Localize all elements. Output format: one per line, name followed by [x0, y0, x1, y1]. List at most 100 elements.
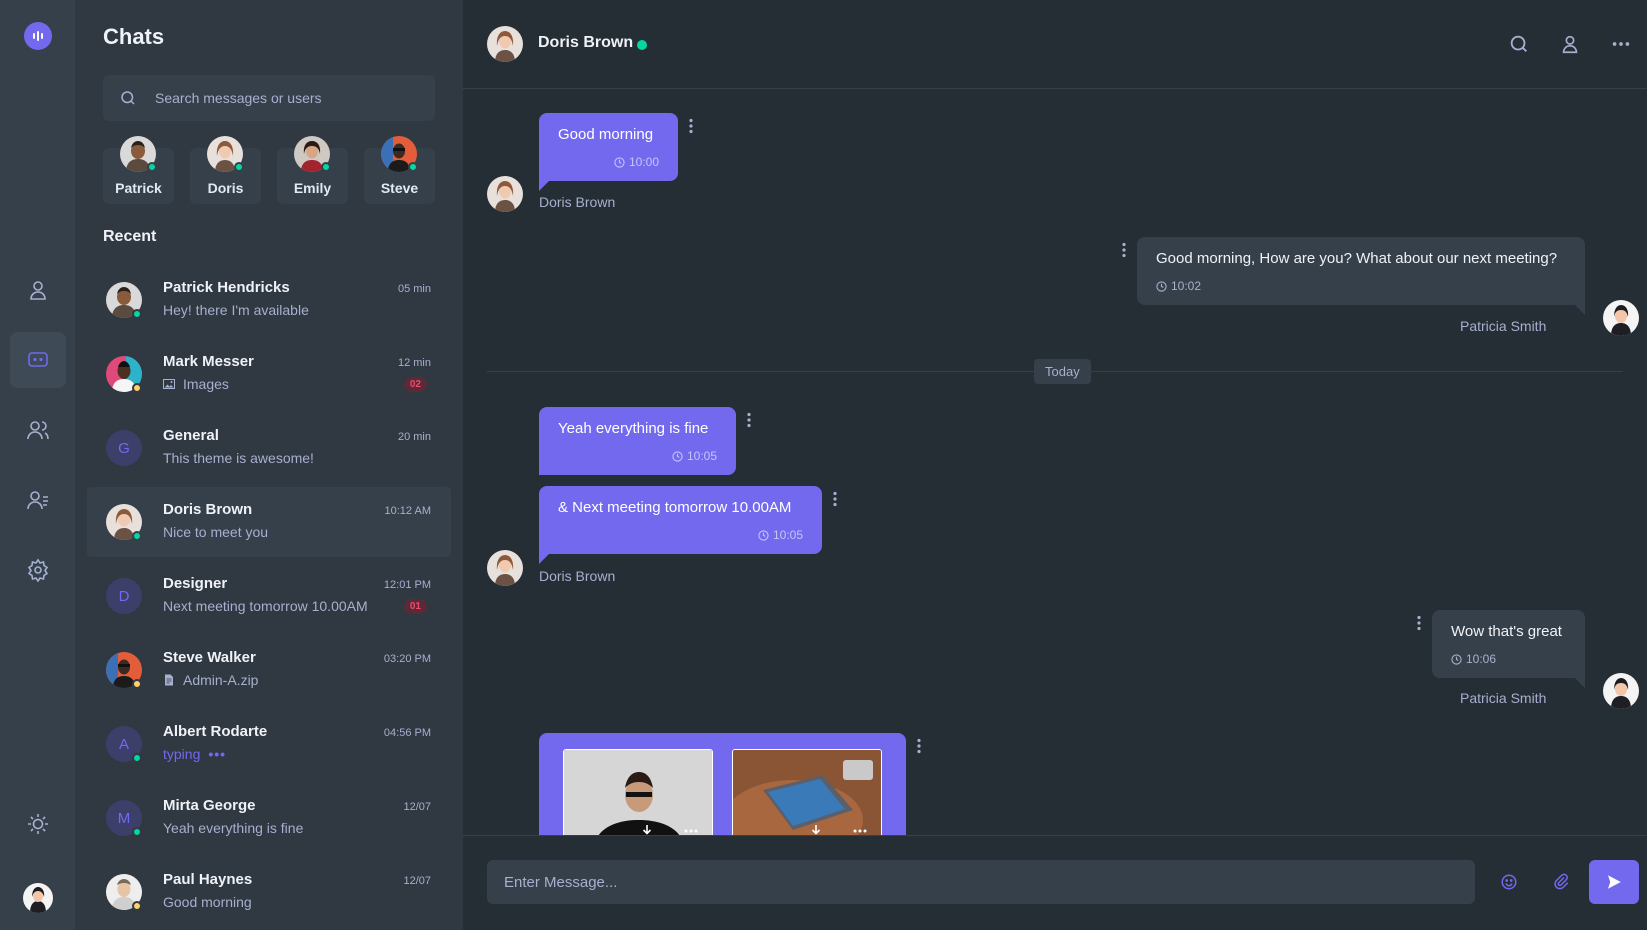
nav-groups-button[interactable] — [10, 402, 66, 458]
sender-name: Patricia Smith — [1460, 690, 1547, 706]
contact-avatar[interactable] — [487, 26, 523, 62]
message-time-text: 10:06 — [1466, 652, 1497, 666]
message-menu-button[interactable] — [1413, 613, 1425, 633]
app-logo-icon[interactable] — [24, 22, 52, 50]
image-attachment[interactable] — [563, 749, 713, 835]
profile-button[interactable] — [1558, 32, 1582, 56]
message-input[interactable] — [487, 860, 1475, 904]
bubble-tail — [1575, 678, 1585, 688]
avatar-letter: D — [106, 578, 142, 614]
chat-time: 03:20 PM — [383, 653, 431, 665]
contacts-icon — [27, 491, 48, 510]
message-menu-button[interactable] — [829, 489, 841, 509]
search-box[interactable] — [103, 75, 435, 121]
more-vertical-icon — [689, 118, 693, 134]
file-icon — [165, 674, 173, 686]
date-divider-label: Today — [1034, 359, 1091, 384]
nav-chats-button[interactable] — [10, 332, 66, 388]
chat-list-item[interactable]: Steve Walker Admin-A.zip 03:20 PM — [87, 635, 451, 705]
chat-time: 12/07 — [403, 875, 431, 887]
chat-list-item[interactable]: A Albert Rodarte typing ••• 04:56 PM — [87, 709, 451, 779]
chat-name: Paul Haynes — [163, 871, 253, 888]
chat-list-item[interactable]: Patrick Hendricks Hey! there I'm availab… — [87, 265, 451, 335]
emoji-button[interactable] — [1498, 871, 1520, 893]
incoming-message-bubble: Good morning 10:00 — [539, 113, 678, 181]
typing-indicator-text: typing — [163, 746, 201, 762]
avatar-letter: G — [106, 430, 142, 466]
chat-preview: Images — [163, 376, 229, 392]
online-user-card[interactable]: Steve — [364, 136, 435, 204]
message-menu-button[interactable] — [685, 116, 697, 136]
chat-list-item[interactable]: Paul Haynes Good morning 12/07 — [87, 857, 451, 927]
chat-list-panel: Chats Patrick Doris Emily — [75, 0, 463, 930]
panel-title: Chats — [103, 24, 165, 49]
message-menu-button[interactable] — [1118, 240, 1130, 260]
search-input[interactable] — [155, 90, 415, 106]
current-user-avatar[interactable] — [23, 883, 53, 913]
clock-icon — [1451, 653, 1462, 665]
sender-avatar — [1603, 300, 1639, 336]
chat-time: 20 min — [397, 431, 431, 443]
image-attachment[interactable] — [732, 749, 882, 835]
chat-list-item[interactable]: D Designer Next meeting tomorrow 10.00AM… — [87, 561, 451, 631]
send-button[interactable] — [1589, 860, 1639, 904]
sender-name: Patricia Smith — [1460, 318, 1547, 334]
message-time-text: 10:05 — [686, 449, 717, 463]
bubble-tail — [1575, 305, 1585, 315]
message-text: Wow that's great — [1451, 623, 1562, 640]
contact-name[interactable]: Doris Brown — [538, 34, 633, 52]
chat-preview-text: Admin-A.zip — [183, 672, 259, 688]
message-text: Good morning — [558, 126, 654, 143]
more-vertical-icon — [833, 491, 837, 507]
chat-preview: Next meeting tomorrow 10.00AM — [163, 598, 368, 614]
conversation-pane: Doris Brown Good morning 10:00 Doris Bro… — [463, 0, 1647, 930]
chat-name: Doris Brown — [163, 501, 253, 518]
search-icon — [121, 91, 135, 105]
chat-list-item[interactable]: Doris Brown Nice to meet you 10:12 AM — [87, 487, 451, 557]
online-user-name: Patrick — [115, 180, 162, 196]
outgoing-message-bubble: Good morning, How are you? What about ou… — [1137, 237, 1585, 305]
more-vertical-icon — [917, 738, 921, 754]
search-button[interactable] — [1507, 32, 1531, 56]
chat-list-item[interactable]: Mark Messer Images 12 min 02 — [87, 339, 451, 409]
chat-name: Patrick Hendricks — [163, 279, 290, 296]
nav-profile-button[interactable] — [10, 262, 66, 318]
chat-preview-text: Next meeting tomorrow 10.00AM — [163, 598, 368, 614]
online-status-dot — [637, 40, 647, 50]
online-user-name: Doris — [207, 180, 244, 196]
chat-name: Mark Messer — [163, 353, 254, 370]
unread-badge: 01 — [403, 599, 427, 614]
download-icon[interactable] — [640, 824, 654, 835]
chat-preview-text: Good morning — [163, 894, 252, 910]
more-options-button[interactable] — [1609, 32, 1633, 56]
message-menu-button[interactable] — [913, 736, 925, 756]
clock-icon — [614, 156, 625, 168]
chat-name: Albert Rodarte — [163, 723, 268, 740]
message-time: 10:00 — [614, 155, 659, 169]
theme-toggle-button[interactable] — [10, 796, 66, 852]
message-time-text: 10:05 — [772, 528, 803, 542]
nav-settings-button[interactable] — [10, 542, 66, 598]
more-horizontal-icon[interactable] — [853, 829, 867, 833]
download-icon[interactable] — [809, 824, 823, 835]
chat-list-item[interactable]: M Mirta George Yeah everything is fine 1… — [87, 783, 451, 853]
image-icon — [163, 379, 175, 389]
chat-preview-text: Yeah everything is fine — [163, 820, 304, 836]
more-horizontal-icon[interactable] — [684, 829, 698, 833]
chat-preview: typing ••• — [163, 746, 226, 762]
chat-preview-text: This theme is awesome! — [163, 450, 314, 466]
unread-badge: 02 — [403, 377, 427, 392]
chat-preview: Good morning — [163, 894, 252, 910]
bubble-tail — [539, 181, 549, 191]
nav-contacts-button[interactable] — [10, 472, 66, 528]
status-dot — [132, 531, 142, 541]
attach-button[interactable] — [1550, 871, 1572, 893]
online-user-name: Steve — [380, 180, 419, 196]
online-user-card[interactable]: Emily — [277, 136, 348, 204]
chat-list-item[interactable]: G General This theme is awesome! 20 min — [87, 413, 451, 483]
message-time: 10:02 — [1156, 279, 1201, 293]
chat-preview: Nice to meet you — [163, 524, 268, 540]
message-menu-button[interactable] — [743, 410, 755, 430]
online-user-card[interactable]: Doris — [190, 136, 261, 204]
online-user-card[interactable]: Patrick — [103, 136, 174, 204]
